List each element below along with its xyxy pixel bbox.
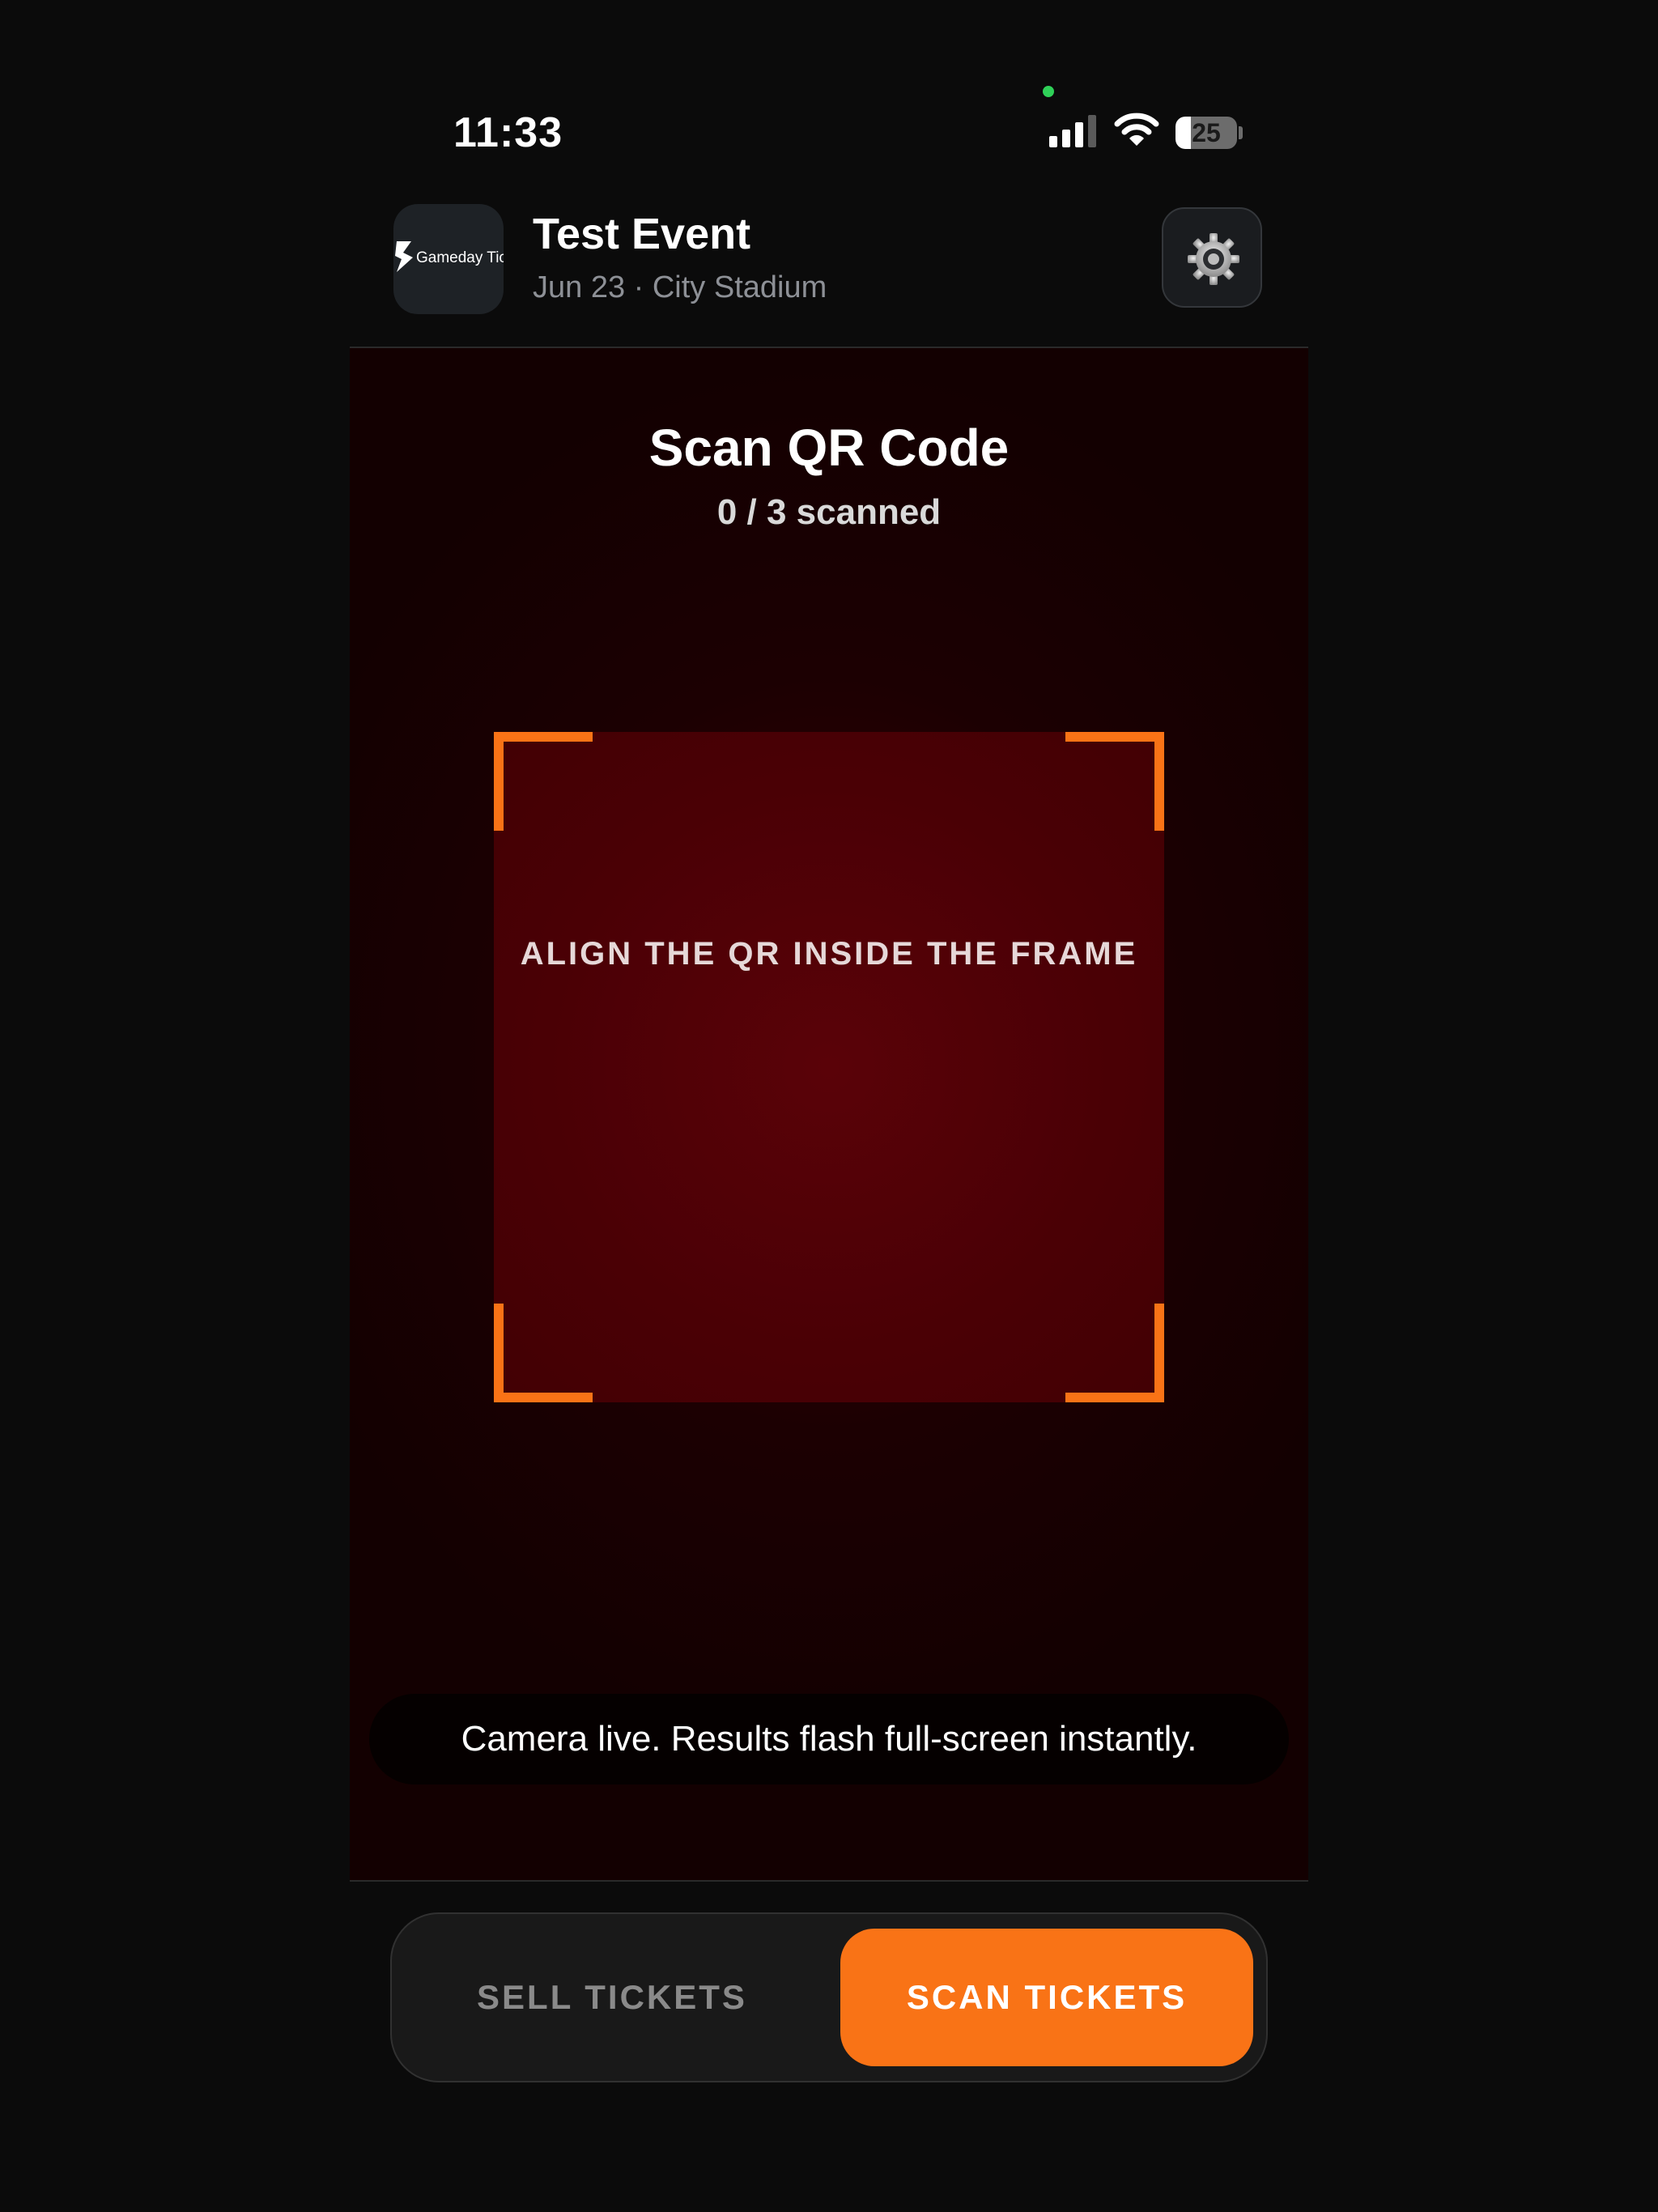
frame-corner-bottom-right xyxy=(1065,1304,1164,1402)
frame-hint: ALIGN THE QR INSIDE THE FRAME xyxy=(520,936,1138,972)
frame-corner-top-right xyxy=(1065,732,1164,831)
frame-corner-top-left xyxy=(494,732,593,831)
qr-scan-frame: ALIGN THE QR INSIDE THE FRAME xyxy=(494,732,1164,1402)
logo-text: Gameday Tick xyxy=(416,249,504,266)
camera-scanner-view[interactable]: Scan QR Code 0 / 3 scanned ALIGN THE QR … xyxy=(350,348,1308,1880)
battery-cap xyxy=(1239,126,1243,139)
app-logo: Gameday Tick xyxy=(393,204,504,314)
camera-in-use-indicator xyxy=(1043,86,1054,97)
gear-icon xyxy=(1188,233,1239,285)
scan-count: 0 / 3 scanned xyxy=(716,492,942,532)
settings-button[interactable] xyxy=(1162,207,1262,308)
page: 11:33 25 Gameday Tick Test Event Jun 23 … xyxy=(0,0,1658,2212)
battery-icon: 25 xyxy=(1175,117,1237,149)
status-time: 11:33 xyxy=(453,109,563,156)
scan-title: Scan QR Code xyxy=(648,419,1010,477)
signal-icon xyxy=(1049,115,1096,147)
tab-sell-tickets[interactable]: SELL TICKETS xyxy=(406,1929,818,2066)
frame-corner-bottom-left xyxy=(494,1304,593,1402)
tab-scan-tickets[interactable]: SCAN TICKETS xyxy=(840,1929,1253,2066)
battery-level: 25 xyxy=(1192,118,1221,147)
wifi-icon xyxy=(1114,113,1159,146)
event-subtitle: Jun 23 · City Stadium xyxy=(533,270,827,304)
mode-tab-bar: SELL TICKETS SCAN TICKETS xyxy=(390,1912,1268,2082)
event-title: Test Event xyxy=(533,210,751,258)
bottom-divider xyxy=(350,1880,1308,1882)
logo-mark-icon xyxy=(395,241,413,272)
app-screen: 11:33 25 Gameday Tick Test Event Jun 23 … xyxy=(350,0,1308,2212)
camera-status-toast: Camera live. Results flash full-screen i… xyxy=(369,1694,1289,1784)
